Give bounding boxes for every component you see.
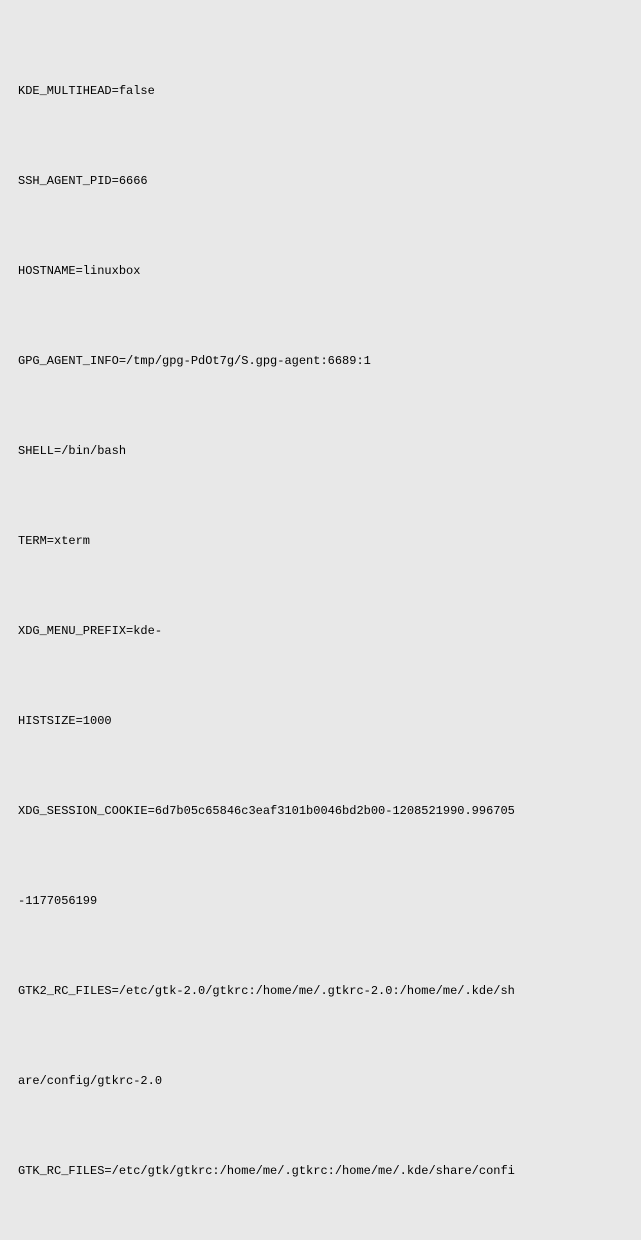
env-line: SHELL=/bin/bash bbox=[18, 436, 623, 466]
env-line: are/config/gtkrc-2.0 bbox=[18, 1066, 623, 1096]
env-line: HISTSIZE=1000 bbox=[18, 706, 623, 736]
env-line: SSH_AGENT_PID=6666 bbox=[18, 166, 623, 196]
env-line: XDG_SESSION_COOKIE=6d7b05c65846c3eaf3101… bbox=[18, 796, 623, 826]
env-line: XDG_MENU_PREFIX=kde- bbox=[18, 616, 623, 646]
env-line: KDE_MULTIHEAD=false bbox=[18, 76, 623, 106]
env-line: HOSTNAME=linuxbox bbox=[18, 256, 623, 286]
env-line: TERM=xterm bbox=[18, 526, 623, 556]
env-line: GTK_RC_FILES=/etc/gtk/gtkrc:/home/me/.gt… bbox=[18, 1156, 623, 1186]
env-line: GTK2_RC_FILES=/etc/gtk-2.0/gtkrc:/home/m… bbox=[18, 976, 623, 1006]
terminal-output: KDE_MULTIHEAD=false SSH_AGENT_PID=6666 H… bbox=[18, 16, 623, 1240]
env-line: GPG_AGENT_INFO=/tmp/gpg-PdOt7g/S.gpg-age… bbox=[18, 346, 623, 376]
env-line: -1177056199 bbox=[18, 886, 623, 916]
